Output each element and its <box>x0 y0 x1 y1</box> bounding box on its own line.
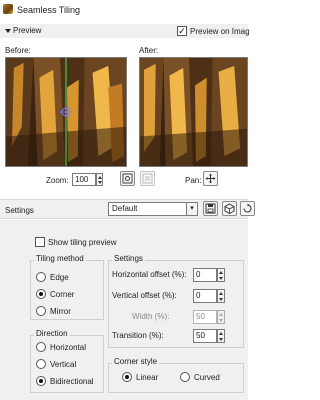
radio-linear[interactable] <box>122 372 132 382</box>
radio-corner[interactable] <box>36 289 46 299</box>
spin-up-icon <box>219 332 223 335</box>
spin-up-icon <box>219 271 223 274</box>
settings-label: Settings <box>5 206 34 215</box>
after-image <box>139 57 248 167</box>
spin-down-icon <box>98 181 102 184</box>
window-title: Seamless Tiling <box>17 5 81 15</box>
preset-dropdown[interactable]: Default ▾ <box>108 202 198 216</box>
zoom-spinner[interactable] <box>96 173 103 186</box>
chevron-down-icon[interactable]: ▾ <box>186 203 197 215</box>
spin-down-icon <box>219 319 223 322</box>
radio-selected-dot <box>39 379 43 383</box>
zoom-fit-button[interactable] <box>120 171 135 186</box>
app-icon <box>3 4 13 14</box>
zoom-fit-icon <box>122 173 133 184</box>
spin-up-icon <box>219 292 223 295</box>
radio-vertical[interactable] <box>36 359 46 369</box>
radio-bidirectional-label[interactable]: Bidirectional <box>50 377 94 386</box>
save-icon <box>205 203 216 214</box>
zoom-label: Zoom: <box>46 176 69 185</box>
width-spinner[interactable] <box>217 310 225 324</box>
preset-manage-button[interactable] <box>222 201 237 216</box>
before-label: Before: <box>5 46 31 55</box>
spin-up-icon <box>219 313 223 316</box>
horizontal-offset-label: Horizontal offset (%): <box>112 270 187 279</box>
vertical-offset-spinner[interactable] <box>217 289 225 303</box>
transition-spinner[interactable] <box>217 329 225 343</box>
radio-mirror-label[interactable]: Mirror <box>50 307 71 316</box>
spin-down-icon <box>219 338 223 341</box>
radio-selected-dot <box>39 292 43 296</box>
spin-down-icon <box>219 298 223 301</box>
radio-horizontal-label[interactable]: Horizontal <box>50 343 86 352</box>
zoom-input[interactable]: 100 <box>72 173 96 186</box>
radio-corner-label[interactable]: Corner <box>50 290 74 299</box>
tiling-method-title: Tiling method <box>34 254 86 263</box>
radio-edge[interactable] <box>36 272 46 282</box>
radio-horizontal[interactable] <box>36 342 46 352</box>
radio-vertical-label[interactable]: Vertical <box>50 360 76 369</box>
spin-down-icon <box>219 277 223 280</box>
radio-curved-label[interactable]: Curved <box>194 373 220 382</box>
after-image-art <box>140 58 247 166</box>
transition-input[interactable]: 50 <box>193 329 217 343</box>
reset-button[interactable] <box>240 201 255 216</box>
width-input[interactable]: 50 <box>193 310 217 324</box>
preset-dropdown-value: Default <box>112 204 138 213</box>
preview-on-image-checkbox[interactable]: ✓ <box>177 26 187 36</box>
zoom-actual-icon <box>142 173 153 184</box>
horizontal-offset-spinner[interactable] <box>217 268 225 282</box>
pan-button[interactable] <box>203 171 218 186</box>
triangle-down-icon[interactable] <box>5 29 11 33</box>
vertical-offset-label: Vertical offset (%): <box>112 291 177 300</box>
radio-linear-label[interactable]: Linear <box>136 373 158 382</box>
pan-label: Pan: <box>185 176 202 185</box>
move-cross-icon <box>205 173 216 184</box>
direction-title: Direction <box>34 329 70 338</box>
before-image[interactable] <box>5 57 127 167</box>
before-image-art <box>6 58 126 166</box>
radio-edge-label[interactable]: Edge <box>50 273 69 282</box>
corner-style-title: Corner style <box>112 357 160 366</box>
preview-on-image-label[interactable]: Preview on Imag <box>190 27 250 36</box>
radio-mirror[interactable] <box>36 306 46 316</box>
reset-icon <box>243 203 252 213</box>
zoom-actual-button[interactable] <box>140 171 155 186</box>
preview-toggle-label[interactable]: Preview <box>13 26 41 35</box>
show-tiling-preview-label[interactable]: Show tiling preview <box>48 238 116 247</box>
radio-curved[interactable] <box>180 372 190 382</box>
offset-settings-title: Settings <box>112 254 145 263</box>
transition-label: Transition (%): <box>112 331 164 340</box>
vertical-offset-input[interactable]: 0 <box>193 289 217 303</box>
radio-selected-dot <box>125 375 129 379</box>
cube-icon <box>224 203 235 214</box>
show-tiling-preview-checkbox[interactable] <box>35 237 45 247</box>
spin-up-icon <box>98 176 102 179</box>
save-preset-button[interactable] <box>203 201 218 216</box>
width-label: Width (%): <box>132 312 170 321</box>
radio-bidirectional[interactable] <box>36 376 46 386</box>
check-icon: ✓ <box>178 26 186 36</box>
after-label: After: <box>139 46 159 55</box>
horizontal-offset-input[interactable]: 0 <box>193 268 217 282</box>
